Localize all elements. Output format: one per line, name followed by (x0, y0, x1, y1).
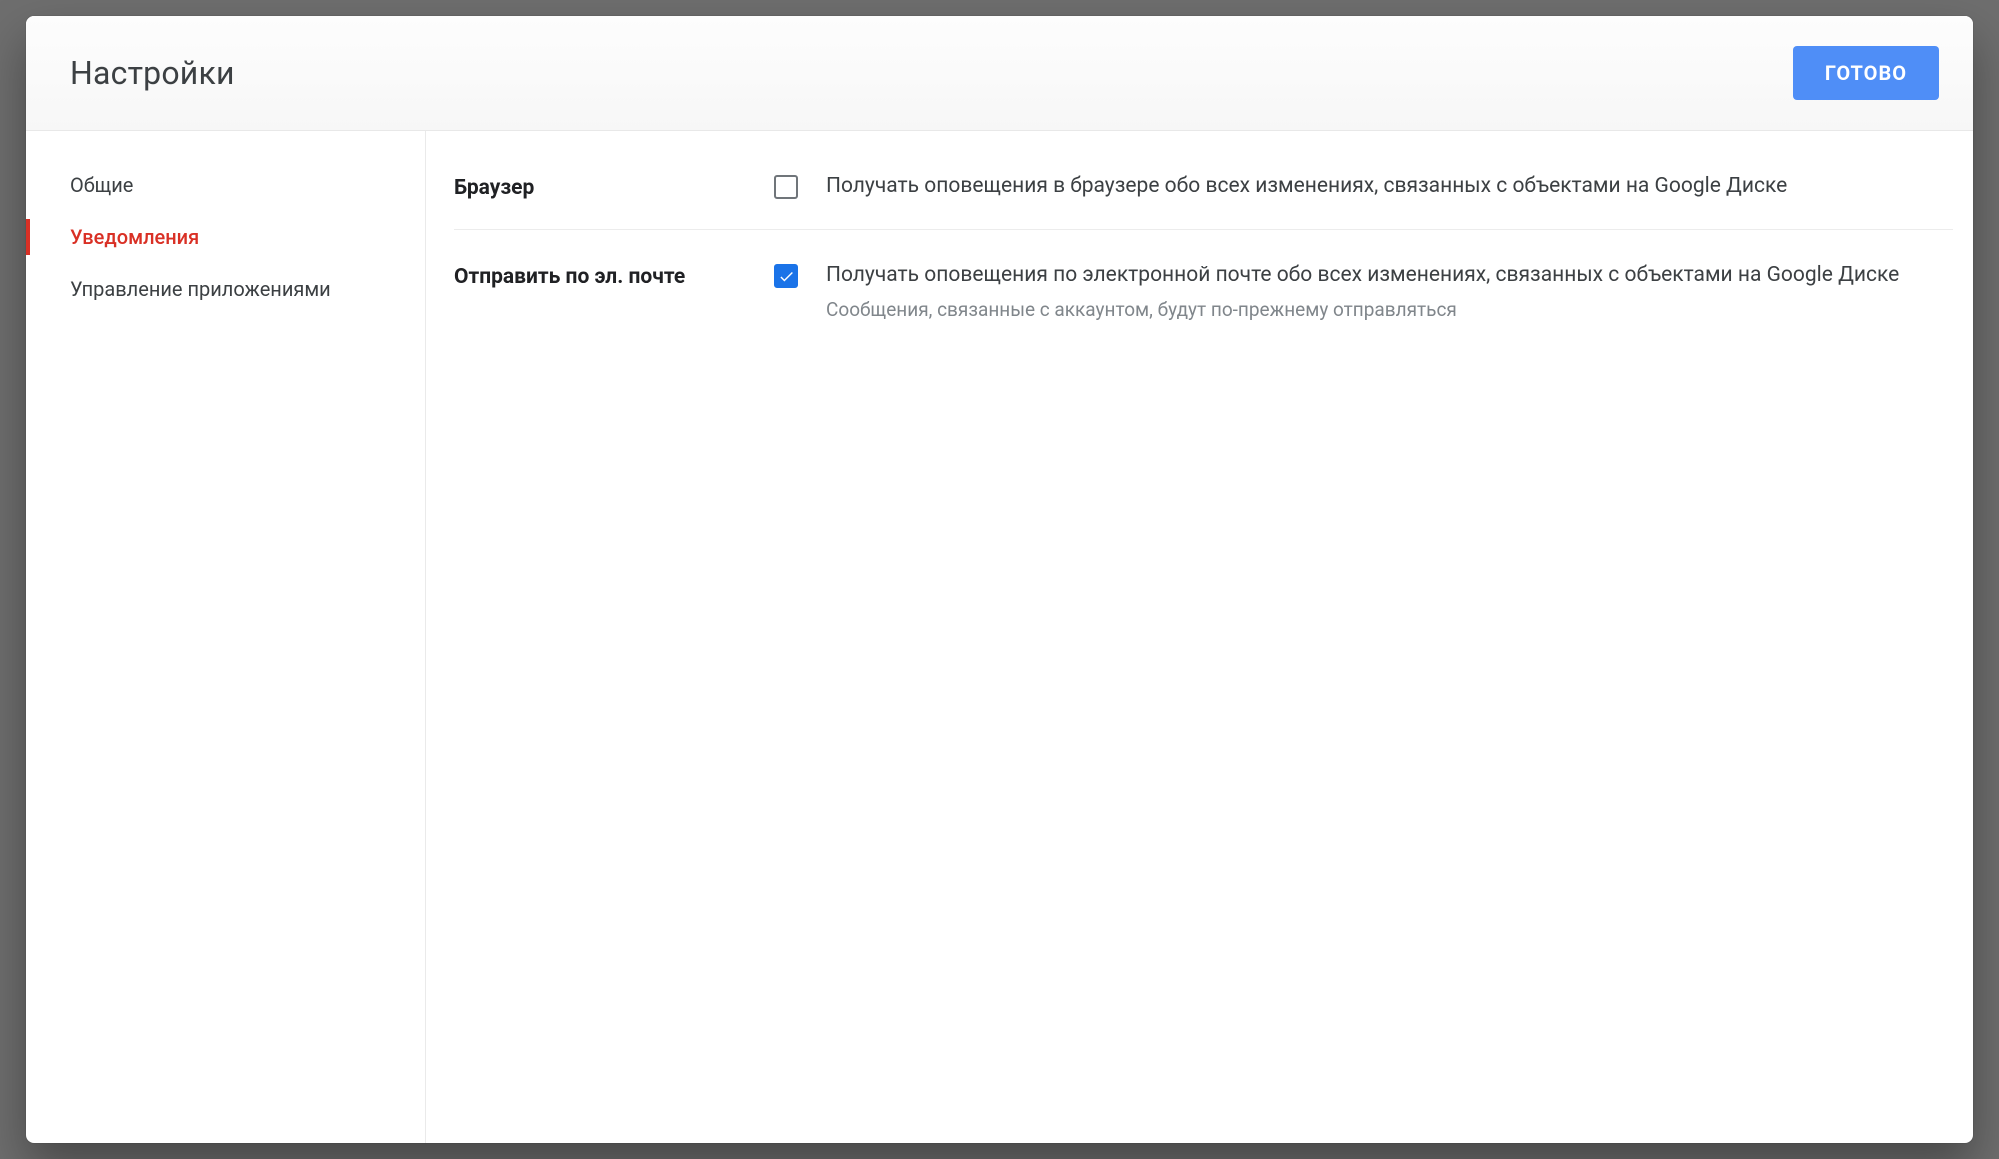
sidebar-item-general[interactable]: Общие (26, 159, 425, 211)
setting-desc-browser: Получать оповещения в браузере обо всех … (826, 171, 1953, 201)
email-notifications-checkbox[interactable] (774, 264, 798, 288)
setting-text-email: Получать оповещения по электронной почте… (826, 260, 1953, 323)
check-icon (778, 268, 795, 285)
sidebar-item-notifications[interactable]: Уведомления (26, 211, 425, 263)
setting-desc-email: Получать оповещения по электронной почте… (826, 260, 1953, 290)
setting-text-browser: Получать оповещения в браузере обо всех … (826, 171, 1953, 201)
browser-notifications-checkbox[interactable] (774, 175, 798, 199)
setting-label-browser: Браузер (454, 171, 774, 203)
done-button[interactable]: ГОТОВО (1793, 46, 1939, 100)
setting-label-email: Отправить по эл. почте (454, 260, 774, 292)
checkbox-wrap-email (774, 260, 798, 288)
setting-control-email: Получать оповещения по электронной почте… (774, 260, 1953, 323)
checkbox-wrap-browser (774, 171, 798, 199)
dialog-header: Настройки ГОТОВО (26, 16, 1973, 131)
setting-row-email: Отправить по эл. почте Получать оповещен… (454, 230, 1953, 349)
dialog-body: Общие Уведомления Управление приложениям… (26, 131, 1973, 1143)
setting-hint-email: Сообщения, связанные с аккаунтом, будут … (826, 297, 1953, 324)
dialog-title: Настройки (70, 54, 235, 92)
settings-dialog: Настройки ГОТОВО Общие Уведомления Управ… (26, 16, 1973, 1143)
sidebar-item-manage-apps[interactable]: Управление приложениями (26, 263, 425, 315)
setting-control-browser: Получать оповещения в браузере обо всех … (774, 171, 1953, 201)
setting-row-browser: Браузер Получать оповещения в браузере о… (454, 159, 1953, 230)
settings-sidebar: Общие Уведомления Управление приложениям… (26, 131, 426, 1143)
settings-content: Браузер Получать оповещения в браузере о… (426, 131, 1973, 1143)
